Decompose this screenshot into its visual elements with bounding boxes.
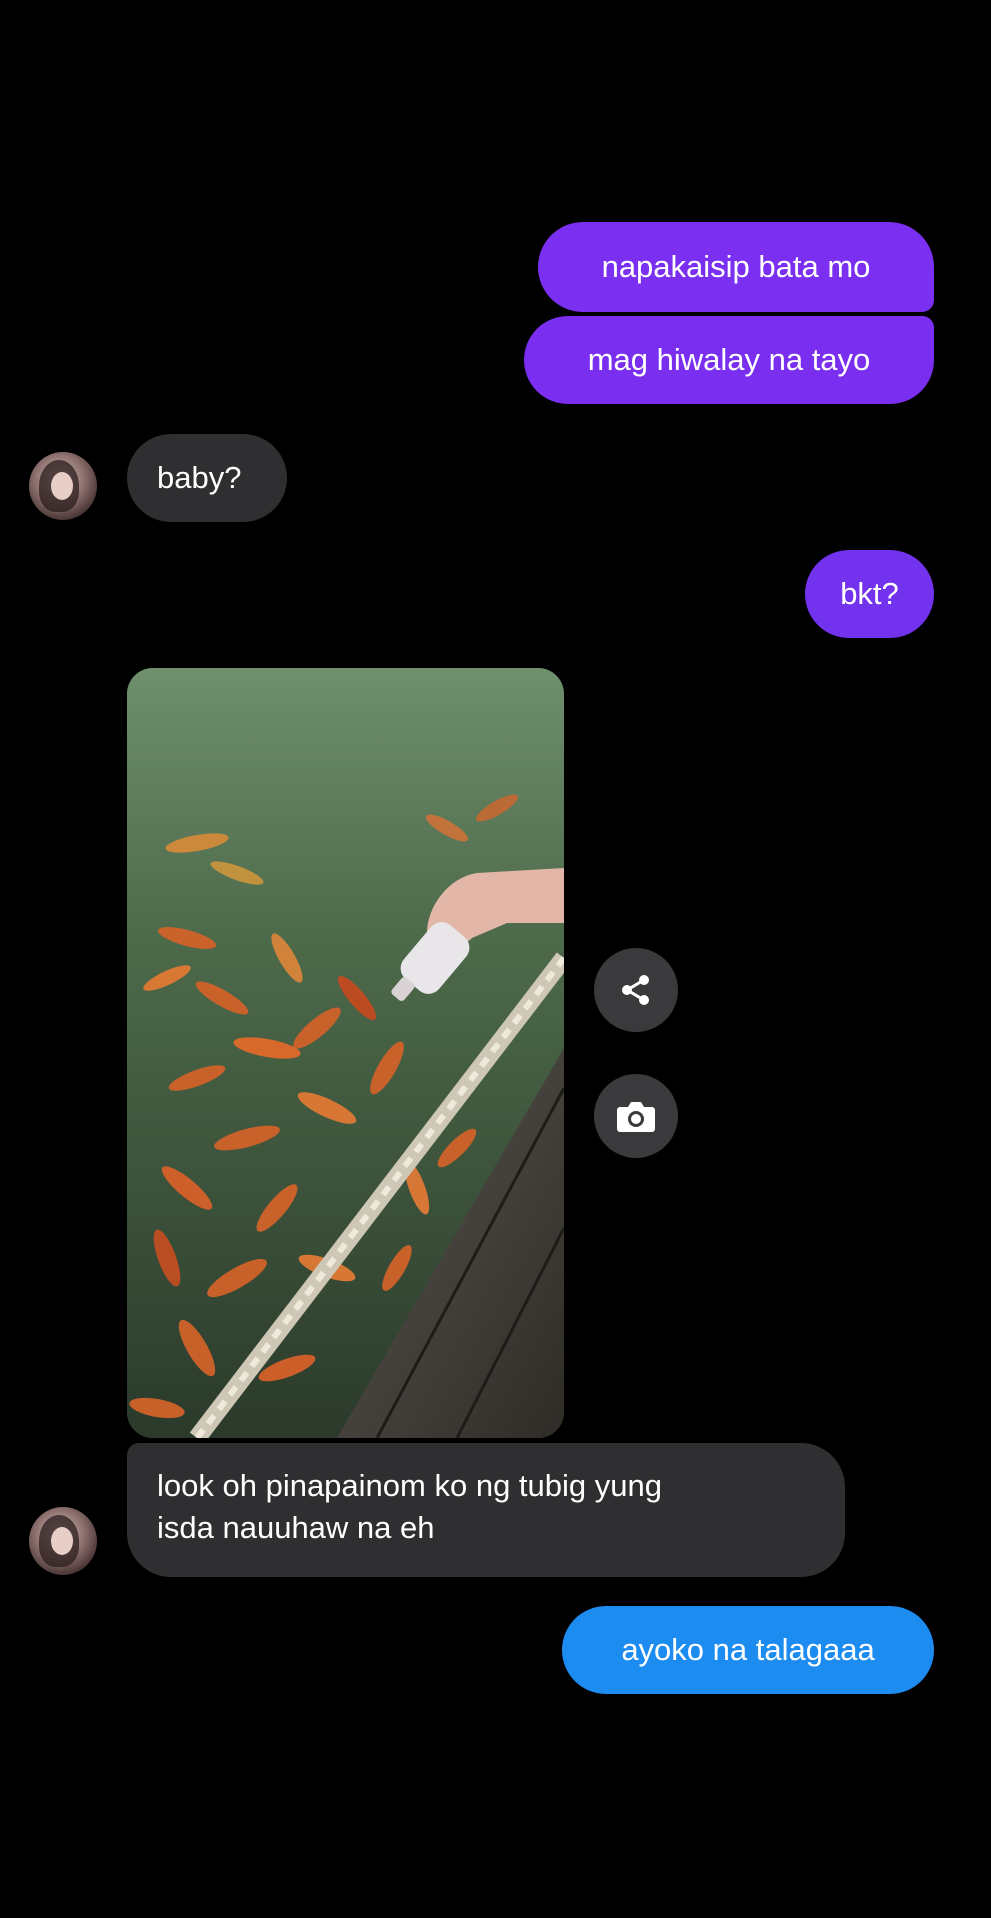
contact-avatar[interactable]: [29, 452, 97, 520]
camera-icon: [617, 1102, 655, 1132]
received-message-2[interactable]: look oh pinapainom ko ng tubig yung isda…: [127, 1443, 845, 1577]
camera-button[interactable]: [594, 1074, 678, 1158]
sent-message-4-text: ayoko na talagaaa: [621, 1632, 875, 1667]
sent-message-3-text: bkt?: [840, 576, 899, 611]
koi-pond-image: [127, 668, 564, 1438]
contact-avatar[interactable]: [29, 1507, 97, 1575]
sent-message-2[interactable]: mag hiwalay na tayo: [524, 316, 934, 404]
sent-message-1[interactable]: napakaisip bata mo: [538, 222, 934, 312]
shared-photo[interactable]: [127, 668, 564, 1438]
sent-message-3[interactable]: bkt?: [805, 550, 934, 638]
received-message-2-line2: isda nauuhaw na eh: [157, 1510, 435, 1545]
received-message-1[interactable]: baby?: [127, 434, 287, 522]
sent-message-1-text: napakaisip bata mo: [601, 249, 871, 284]
sent-message-2-text: mag hiwalay na tayo: [587, 342, 871, 377]
received-message-1-text: baby?: [157, 460, 242, 495]
share-icon: [622, 975, 649, 1005]
sent-message-4[interactable]: ayoko na talagaaa: [562, 1606, 934, 1694]
received-message-2-line1: look oh pinapainom ko ng tubig yung: [157, 1468, 662, 1503]
share-button[interactable]: [594, 948, 678, 1032]
